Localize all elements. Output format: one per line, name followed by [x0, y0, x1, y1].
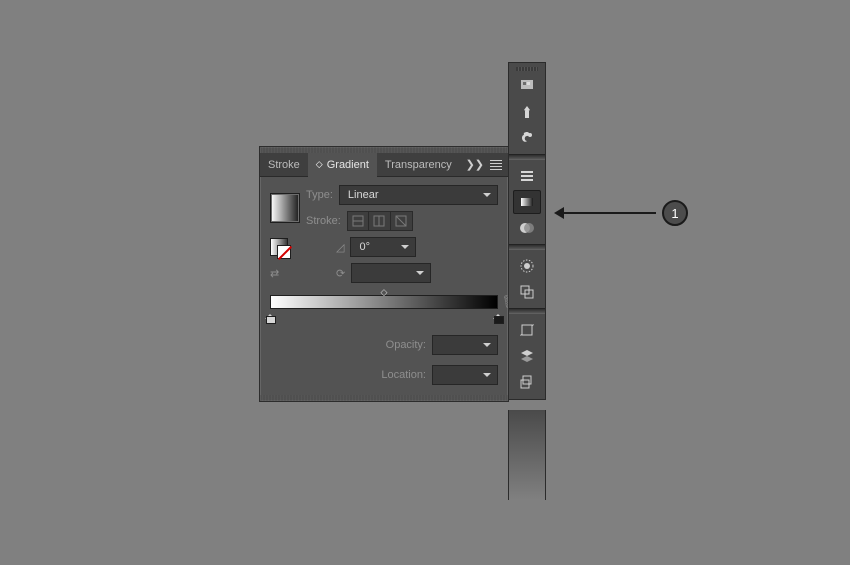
stroke-label: Stroke:	[306, 215, 341, 227]
color-panel-button[interactable]	[513, 74, 541, 98]
stroke-align-along[interactable]	[369, 211, 391, 231]
gradient-fill-swatch[interactable]	[270, 193, 300, 223]
opacity-label: Opacity:	[386, 339, 426, 351]
gradient-midpoint-icon[interactable]: ◇	[381, 287, 388, 298]
tab-transparency[interactable]: Transparency	[377, 153, 460, 177]
stroke-align-group	[347, 211, 413, 231]
artboards-panel-button[interactable]	[513, 370, 541, 394]
stroke-align-across[interactable]	[391, 211, 413, 231]
brushes-panel-button[interactable]	[513, 100, 541, 124]
gradient-panel: Stroke ◇ Gradient Transparency ❯❯ Type: …	[259, 146, 509, 402]
graphic-styles-panel-button[interactable]	[513, 280, 541, 304]
panel-resize-grip[interactable]	[260, 395, 508, 401]
angle-icon: ◿	[336, 241, 344, 254]
symbols-panel-button[interactable]	[513, 126, 541, 150]
gradient-active-icon: ◇	[316, 159, 323, 170]
dock-separator-3	[509, 308, 545, 314]
no-stroke-indicator	[277, 245, 291, 259]
tab-gradient[interactable]: ◇ Gradient	[308, 153, 377, 177]
location-label: Location:	[381, 369, 426, 381]
type-label: Type:	[306, 189, 333, 201]
gradient-stroke-swatch[interactable]	[270, 238, 288, 256]
properties-panel-button[interactable]	[513, 164, 541, 188]
gradient-stop-black[interactable]	[493, 309, 503, 321]
location-select[interactable]	[432, 365, 498, 385]
gradient-stop-white[interactable]	[265, 309, 275, 321]
layers-panel-button[interactable]	[513, 344, 541, 368]
angle-select[interactable]: 0°	[350, 237, 416, 257]
tab-stroke[interactable]: Stroke	[260, 153, 308, 177]
dock-separator-1	[509, 154, 545, 160]
panel-menu-button[interactable]	[490, 160, 502, 170]
appearance-panel-button[interactable]	[513, 254, 541, 278]
gradient-slider[interactable]: ◇ 🗑	[270, 295, 498, 325]
gradient-type-value: Linear	[348, 189, 379, 201]
callout-arrow	[558, 212, 656, 214]
dock-fade	[508, 410, 546, 500]
dock-separator-2	[509, 244, 545, 250]
dock-grip[interactable]	[516, 67, 538, 71]
panel-tabbar: Stroke ◇ Gradient Transparency ❯❯	[260, 153, 508, 177]
aspect-ratio-select[interactable]	[351, 263, 431, 283]
panel-body: Type: Linear Stroke:	[260, 177, 508, 395]
collapse-panel-button[interactable]: ❯❯	[466, 158, 484, 171]
panel-dock	[508, 62, 546, 400]
transparency-panel-button[interactable]	[513, 216, 541, 240]
callout-badge: 1	[662, 200, 688, 226]
opacity-select[interactable]	[432, 335, 498, 355]
aspect-ratio-icon: ⟳	[336, 267, 345, 280]
callout-1: 1	[558, 200, 688, 226]
transform-panel-button[interactable]	[513, 318, 541, 342]
angle-value: 0°	[359, 241, 370, 253]
reverse-gradient-button[interactable]: ⇄	[270, 267, 300, 280]
panel-grip[interactable]	[260, 147, 508, 153]
gradient-type-select[interactable]: Linear	[339, 185, 498, 205]
tab-gradient-label: Gradient	[327, 159, 369, 171]
stroke-align-within[interactable]	[347, 211, 369, 231]
gradient-panel-button[interactable]	[513, 190, 541, 214]
